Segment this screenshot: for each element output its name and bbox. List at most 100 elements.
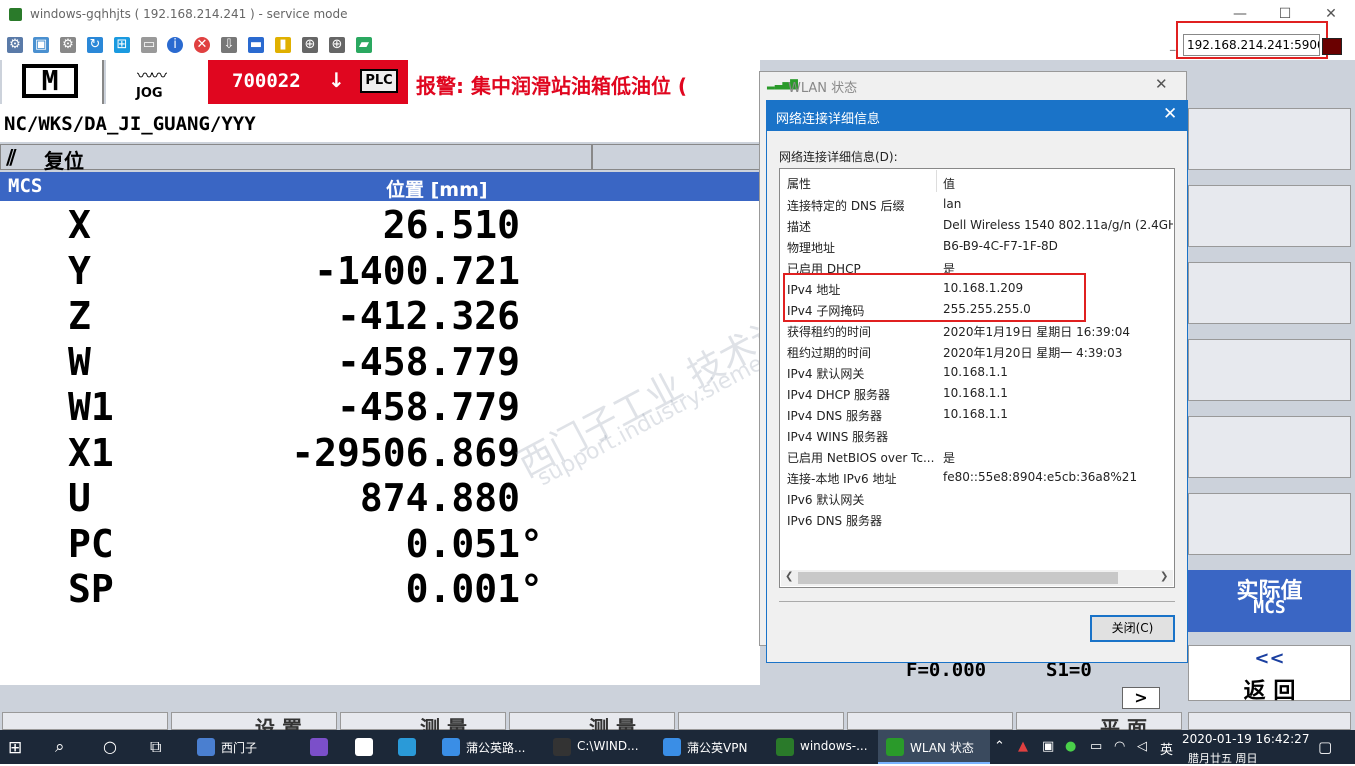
detail-property[interactable]: 物理地址 <box>787 239 835 256</box>
dialog-close-button[interactable]: 关闭(C) <box>1090 615 1175 642</box>
options-icon[interactable]: ⚙ <box>7 37 23 53</box>
info-icon[interactable]: i <box>167 37 183 53</box>
bottom-softkey-7[interactable] <box>1016 712 1182 730</box>
chat-icon[interactable]: ▰ <box>356 37 372 53</box>
detail-property[interactable]: 租约过期的时间 <box>787 344 871 361</box>
detail-value[interactable]: Dell Wireless 1540 802.11a/g/n (2.4GHz <box>943 218 1173 232</box>
bottom-softkey-1[interactable] <box>2 712 168 730</box>
taskbar-app-icon[interactable] <box>398 738 416 756</box>
softkey-2[interactable] <box>1188 185 1351 247</box>
tray-device-icon[interactable]: ▣ <box>1042 739 1054 754</box>
softkey-5[interactable] <box>1188 416 1351 478</box>
detail-property[interactable]: 获得租约的时间 <box>787 323 871 340</box>
scroll-right-icon[interactable]: ❯ <box>1160 571 1168 582</box>
cortana-icon[interactable]: ○ <box>103 737 117 756</box>
battery-icon[interactable]: ▭ <box>1090 739 1102 754</box>
detail-property[interactable]: 已启用 NetBIOS over Tc... <box>787 449 934 466</box>
taskbar-app-icon[interactable] <box>310 738 328 756</box>
axis-value: -412.326 <box>336 294 520 338</box>
detail-property[interactable]: 描述 <box>787 218 811 235</box>
detail-value[interactable]: 10.168.1.1 <box>943 386 1008 400</box>
taskbar-app-label[interactable]: 蒲公英VPN <box>687 739 747 756</box>
dialog-separator <box>779 601 1175 602</box>
volume-icon[interactable]: ◁ <box>1137 739 1147 754</box>
detail-value[interactable]: 10.168.1.1 <box>943 365 1008 379</box>
zoom-out-icon[interactable]: ⊕ <box>329 37 345 53</box>
taskbar-app-label[interactable]: C:\WIND... <box>577 739 639 753</box>
detail-property[interactable]: IPv4 默认网关 <box>787 365 864 382</box>
alarm-number: 700022 <box>232 70 301 92</box>
refresh-icon[interactable]: ↻ <box>87 37 103 53</box>
column-header-value[interactable]: 值 <box>943 175 955 192</box>
detail-value[interactable]: lan <box>943 197 961 211</box>
detail-value[interactable]: 10.168.1.1 <box>943 407 1008 421</box>
clock-time[interactable]: 2020-01-19 16:42:27 <box>1182 732 1309 746</box>
taskbar-app-icon[interactable] <box>553 738 571 756</box>
detail-property[interactable]: IPv6 DNS 服务器 <box>787 512 882 529</box>
detail-property[interactable]: 连接-本地 IPv6 地址 <box>787 470 896 487</box>
settings-icon[interactable]: ⚙ <box>60 37 76 53</box>
taskbar-app-icon[interactable] <box>197 738 215 756</box>
taskbar-app-icon[interactable] <box>442 738 460 756</box>
bottom-softkey-5[interactable] <box>678 712 844 730</box>
windows-key-icon[interactable]: ⊞ <box>114 37 130 53</box>
tray-app-icon[interactable]: ▲ <box>1018 739 1028 754</box>
notification-icon[interactable]: ▢ <box>1318 738 1332 756</box>
column-header-property[interactable]: 属性 <box>787 175 811 192</box>
axis-unit: ° <box>520 521 543 566</box>
task-view-icon[interactable]: ⧉ <box>150 737 161 757</box>
detail-value[interactable]: B6-B9-4C-F7-1F-8D <box>943 239 1058 253</box>
fullscreen-icon[interactable]: ▣ <box>33 37 49 53</box>
bottom-softkey-2[interactable] <box>171 712 337 730</box>
taskbar-app-icon[interactable] <box>886 738 904 756</box>
next-page-button[interactable]: > <box>1122 687 1160 709</box>
detail-value[interactable]: 2020年1月20日 星期一 4:39:03 <box>943 344 1122 361</box>
taskbar-app-label[interactable]: WLAN 状态 <box>910 739 974 756</box>
axis-value: 26.510 <box>382 203 520 247</box>
clipboard-icon[interactable]: ▮ <box>275 37 291 53</box>
zoom-in-icon[interactable]: ⊕ <box>302 37 318 53</box>
minimize-toolbar-icon[interactable]: _ <box>1170 38 1176 51</box>
search-icon[interactable]: ⌕ <box>55 737 65 757</box>
taskbar-app-label[interactable]: windows-... <box>800 739 868 753</box>
taskbar-app-icon[interactable] <box>355 738 373 756</box>
axis-value: 0.001 <box>405 567 520 611</box>
ime-indicator[interactable]: 英 <box>1160 739 1173 758</box>
detail-property[interactable]: IPv6 默认网关 <box>787 491 864 508</box>
transfer-icon[interactable]: ⇩ <box>221 37 237 53</box>
bottom-softkey-6[interactable] <box>847 712 1013 730</box>
remote-status-indicator[interactable] <box>1322 38 1342 55</box>
tray-expand-icon[interactable]: ⌃ <box>994 739 1005 754</box>
detail-property[interactable]: 连接特定的 DNS 后缀 <box>787 197 904 214</box>
window-title: windows-gqhhjts ( 192.168.214.241 ) - se… <box>30 7 348 21</box>
wechat-icon[interactable]: ● <box>1065 739 1076 754</box>
wifi-icon[interactable]: ◠ <box>1114 739 1125 754</box>
softkey-4[interactable] <box>1188 339 1351 401</box>
detail-value[interactable]: 2020年1月19日 星期日 16:39:04 <box>943 323 1130 340</box>
axis-value: -458.779 <box>336 385 520 429</box>
detail-value[interactable]: 是 <box>943 449 955 466</box>
softkey-1[interactable] <box>1188 108 1351 170</box>
detail-property[interactable]: IPv4 DHCP 服务器 <box>787 386 890 403</box>
taskbar-app-label[interactable]: 西门子 <box>221 739 257 756</box>
softkey-3[interactable] <box>1188 262 1351 324</box>
column-separator[interactable] <box>936 170 937 192</box>
taskbar-app-label[interactable]: 蒲公英路... <box>466 739 525 756</box>
bottom-softkey-8[interactable] <box>1188 712 1351 730</box>
softkey-6[interactable] <box>1188 493 1351 555</box>
detail-value[interactable]: fe80::55e8:8904:e5cb:36a8%21 <box>943 470 1137 484</box>
taskbar-app-icon[interactable] <box>663 738 681 756</box>
start-windows-icon[interactable]: ⊞ <box>8 738 22 758</box>
monitor-icon[interactable]: ▬ <box>248 37 264 53</box>
disconnect-icon[interactable]: ✕ <box>194 37 210 53</box>
taskbar-app-icon[interactable] <box>776 738 794 756</box>
details-dialog-close-button[interactable]: ✕ <box>1163 104 1177 124</box>
wlan-close-button[interactable]: ✕ <box>1155 75 1168 93</box>
details-dialog-title: 网络连接详细信息 <box>776 112 881 127</box>
detail-property[interactable]: IPv4 DNS 服务器 <box>787 407 882 424</box>
ctrl-alt-del-icon[interactable]: ▭ <box>141 37 157 53</box>
scrollbar-thumb[interactable] <box>798 572 1118 584</box>
scroll-left-icon[interactable]: ❮ <box>785 571 793 582</box>
detail-property[interactable]: IPv4 WINS 服务器 <box>787 428 888 445</box>
axis-value: 0.051 <box>405 521 520 566</box>
